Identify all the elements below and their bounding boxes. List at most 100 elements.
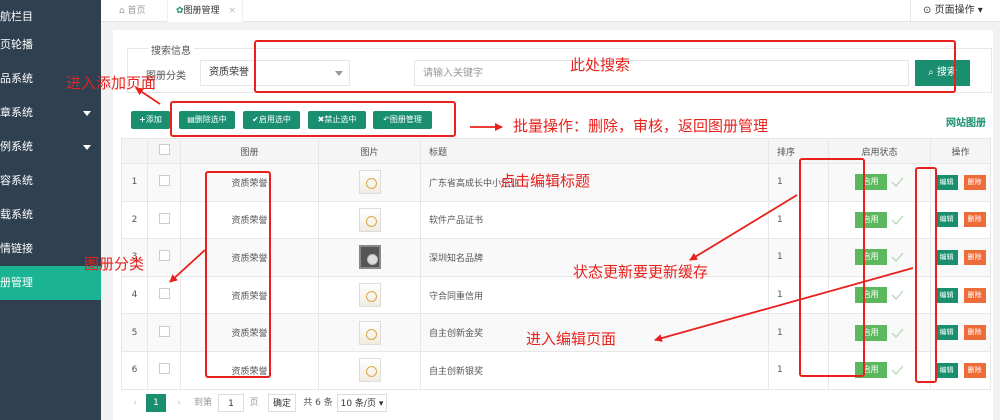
- row-actions-cell: 编辑 删除: [930, 350, 991, 390]
- annotation-status-cache: 状态更新要更新缓存: [573, 263, 709, 281]
- row-checkbox[interactable]: [158, 212, 170, 224]
- sidebar-item-articles[interactable]: 章系统: [0, 96, 101, 130]
- edit-button[interactable]: 编辑: [935, 325, 958, 341]
- row-image-cell: [318, 163, 421, 202]
- annotation-box-album-col: [205, 171, 271, 378]
- sidebar-item-label: 品系统: [0, 72, 33, 85]
- delete-button[interactable]: 删除: [963, 287, 986, 303]
- row-select-cell: [147, 163, 181, 202]
- select-all-checkbox[interactable]: [158, 144, 170, 155]
- row-checkbox[interactable]: [158, 325, 170, 337]
- row-title[interactable]: 广东省高成长中小企业: [420, 163, 769, 202]
- annotation-edit-page: 进入编辑页面: [526, 330, 617, 348]
- edit-button[interactable]: 编辑: [935, 249, 958, 265]
- goto-page-input[interactable]: 1: [218, 394, 244, 412]
- header-index: [121, 138, 148, 164]
- chevron-down-icon: [83, 111, 91, 116]
- edit-button[interactable]: 编辑: [935, 287, 958, 303]
- row-title[interactable]: 守合同重信用: [420, 275, 769, 315]
- check-icon: [891, 365, 903, 376]
- edit-button[interactable]: 编辑: [935, 362, 958, 378]
- row-image-cell: [318, 313, 421, 352]
- total-count: 共 6 条: [303, 398, 333, 408]
- delete-button[interactable]: 删除: [963, 174, 986, 190]
- row-image-cell: [318, 350, 421, 390]
- edit-button[interactable]: 编辑: [935, 212, 958, 228]
- delete-button[interactable]: 删除: [963, 362, 986, 378]
- row-actions-cell: 编辑 删除: [930, 275, 991, 315]
- sidebar-item-label: 章系统: [0, 106, 33, 119]
- row-select-cell: [147, 275, 181, 315]
- page-unit-label: 页: [249, 398, 259, 408]
- row-index: 1: [121, 163, 148, 202]
- sidebar-item-label: 页轮播: [0, 38, 33, 51]
- annotation-add-page: 进入添加页面: [66, 74, 157, 92]
- check-icon: [891, 253, 903, 263]
- certificate-thumbnail[interactable]: [358, 320, 381, 345]
- next-page-button[interactable]: ›: [172, 394, 186, 412]
- category-selected-value: 资质荣誉: [209, 67, 249, 78]
- certificate-thumbnail[interactable]: [358, 207, 381, 232]
- goto-label: 到第: [193, 398, 212, 408]
- sidebar-item-carousel[interactable]: 页轮播: [0, 28, 101, 62]
- delete-button[interactable]: 删除: [963, 249, 986, 265]
- tab-home[interactable]: ⌂ 首页: [119, 0, 161, 22]
- add-button[interactable]: +添加: [131, 111, 170, 129]
- chevron-down-icon: [83, 145, 91, 150]
- certificate-thumbnail[interactable]: [358, 283, 381, 308]
- chevron-down-icon: ▾: [378, 399, 384, 409]
- row-title[interactable]: 自主创新银奖: [420, 350, 769, 390]
- gear-icon: ✿: [176, 6, 184, 16]
- sidebar-item-label: 航栏目: [0, 10, 33, 23]
- certificate-thumbnail[interactable]: [358, 245, 381, 270]
- prev-page-button[interactable]: ‹: [128, 394, 142, 412]
- row-checkbox[interactable]: [158, 175, 170, 187]
- tab-album-manage[interactable]: ✿图册管理 ×: [167, 0, 243, 22]
- page-operations-menu[interactable]: ⊙ 页面操作 ▾: [910, 0, 1000, 22]
- edit-button[interactable]: 编辑: [935, 174, 958, 190]
- sidebar-item-downloads[interactable]: 载系统: [0, 198, 101, 232]
- annotation-box-batch: [170, 101, 456, 137]
- sidebar-item-cases[interactable]: 例系统: [0, 130, 101, 164]
- sidebar-item-label: 册管理: [0, 276, 33, 289]
- search-legend: 搜索信息: [148, 42, 194, 57]
- page-size-select[interactable]: 10 条/页 ▾: [337, 394, 387, 412]
- tab-label: 图册管理: [183, 6, 220, 16]
- sidebar: 航栏目 页轮播 品系统 章系统 例系统 容系统 载系统 情链接 册管理: [0, 0, 101, 420]
- row-index: 4: [121, 275, 148, 315]
- header-title: 标题: [420, 138, 769, 164]
- delete-button[interactable]: 删除: [963, 212, 986, 228]
- add-button-label: 添加: [145, 115, 162, 124]
- check-icon: [891, 215, 903, 225]
- header-album: 图册: [180, 138, 319, 164]
- sidebar-item-label: 容系统: [0, 174, 33, 187]
- annotation-search-here: 此处搜索: [570, 56, 631, 74]
- row-checkbox[interactable]: [158, 363, 170, 375]
- row-actions-cell: 编辑 删除: [930, 313, 991, 352]
- row-image-cell: [318, 200, 421, 240]
- close-icon[interactable]: ×: [228, 6, 236, 16]
- sidebar-item-label: 例系统: [0, 140, 33, 153]
- row-title[interactable]: 软件产品证书: [420, 200, 769, 240]
- goto-confirm-button[interactable]: 确定: [268, 394, 296, 412]
- certificate-thumbnail[interactable]: [358, 170, 381, 195]
- delete-button[interactable]: 删除: [963, 325, 986, 341]
- page-size-value: 10 条/页: [340, 399, 376, 409]
- page: 航栏目 页轮播 品系统 章系统 例系统 容系统 载系统 情链接 册管理 ⌂ 首页…: [0, 0, 1000, 420]
- annotation-box-status-col: [799, 158, 865, 377]
- annotation-box-edit-col: [915, 167, 937, 383]
- page-1-button[interactable]: 1: [146, 394, 166, 412]
- annotation-edit-title: 点击编辑标题: [500, 172, 591, 190]
- sidebar-item-content[interactable]: 容系统: [0, 164, 101, 198]
- row-checkbox[interactable]: [158, 250, 170, 262]
- caret-down-icon: ▾: [977, 5, 983, 16]
- row-image-cell: [318, 238, 421, 277]
- annotation-album-category: 图册分类: [84, 255, 145, 273]
- site-album-link[interactable]: 网站图册: [946, 114, 986, 129]
- row-actions-cell: 编辑 删除: [930, 238, 991, 277]
- certificate-thumbnail[interactable]: [358, 358, 381, 383]
- row-checkbox[interactable]: [158, 288, 170, 300]
- row-index: 6: [121, 350, 148, 390]
- check-icon: [891, 328, 903, 338]
- check-icon: [891, 290, 903, 301]
